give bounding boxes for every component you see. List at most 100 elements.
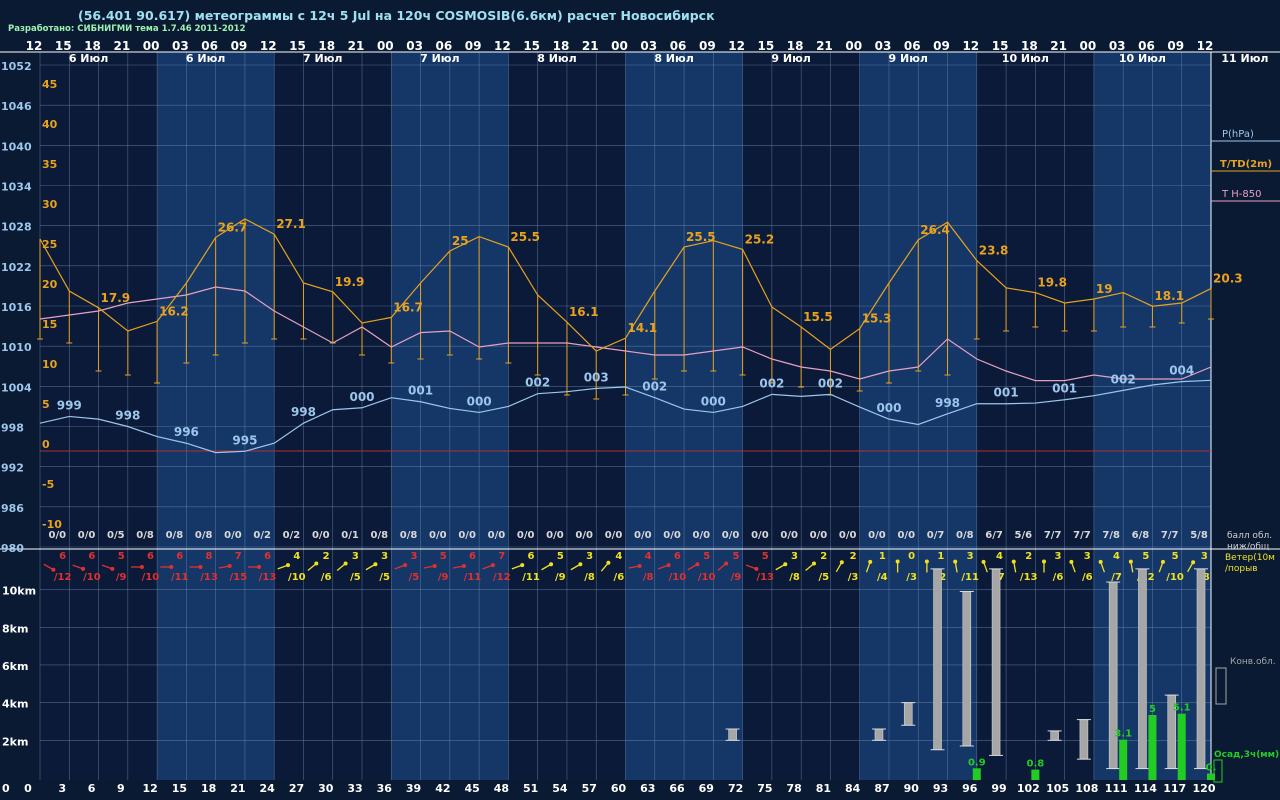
wind-arrow-head-8	[286, 563, 291, 568]
cloud-cover-27: 0/0	[839, 530, 857, 541]
hour-label-24: 12	[728, 39, 745, 53]
cloud-cover-38: 7/7	[1161, 530, 1179, 541]
hour-label-31: 09	[933, 39, 950, 53]
temp-label-5: 20	[42, 278, 58, 291]
wind-arrow-head-17	[549, 562, 554, 567]
wind-arrow-head-38	[1160, 559, 1165, 564]
wind-speed-25: 3	[791, 551, 798, 562]
date-label-9: 10 Июл	[1119, 52, 1166, 65]
pressure-value-label-5: 996	[174, 425, 199, 439]
lead-hour-37: 111	[1105, 782, 1128, 795]
lead-hour-12: 36	[377, 782, 393, 795]
cloud-cover-29: 0/0	[897, 530, 915, 541]
lead-hour-19: 57	[582, 782, 597, 795]
wind-gust-3: /10	[142, 572, 160, 583]
cloud-cover-4: 0/8	[166, 530, 184, 541]
wind-speed-17: 5	[557, 551, 564, 562]
lead-hour-38: 114	[1134, 782, 1157, 795]
time-axis-top: 12 15 18 21 00 03 06 09 12 15 18 21 00 03 06 09 12 15 18 21…	[26, 39, 1214, 53]
pressure-label-0: 1052	[1, 60, 32, 73]
wind-arrow-head-11	[373, 562, 378, 567]
cloud-cover-36: 7/8	[1102, 530, 1120, 541]
lead-hour-28: 84	[845, 782, 861, 795]
cloud-bar-4	[962, 591, 972, 747]
precip-label-0: 0.9	[968, 757, 986, 768]
pressure-value-label-15: 000	[467, 394, 492, 408]
lead-hour-7: 21	[230, 782, 245, 795]
legend-convective: Конв.обл.	[1230, 657, 1276, 667]
cloud-cover-18: 0/0	[575, 530, 593, 541]
wind-arrow-head-19	[606, 560, 611, 565]
wind-gust-9: /6	[321, 572, 332, 583]
wind-speed-26: 2	[820, 551, 827, 562]
temp-value-label-34: 19.8	[1037, 276, 1067, 290]
hour-label-22: 06	[670, 39, 687, 53]
date-label-6: 9 Июл	[771, 52, 810, 65]
wind-gust-11: /5	[379, 572, 390, 583]
pressure-value-label-29: 000	[876, 401, 901, 415]
wind-arrow-head-35	[1069, 559, 1074, 564]
pressure-value-label-31: 998	[935, 396, 960, 410]
temp-value-label-14: 25	[452, 234, 469, 248]
hour-label-13: 03	[406, 39, 423, 53]
temp-value-label-10: 19.9	[335, 275, 365, 289]
wind-gust-14: /11	[464, 572, 482, 583]
wind-gust-10: /5	[350, 572, 361, 583]
hour-label-10: 18	[318, 39, 335, 53]
cloud-cover-31: 0/8	[956, 530, 974, 541]
cloud-cover-33: 5/6	[1015, 530, 1033, 541]
wind-gust-1: /10	[83, 572, 101, 583]
cloud-bar-6	[1050, 730, 1059, 741]
wind-arrow-head-4	[169, 565, 174, 569]
cloud-bar-0	[728, 728, 737, 741]
height-label-0: 10km	[2, 585, 36, 598]
temp-label-4: 25	[42, 238, 57, 251]
wind-speed-36: 4	[1113, 551, 1120, 562]
temp-value-label-32: 23.8	[979, 244, 1009, 258]
wind-arrow-head-28	[868, 559, 873, 564]
wind-speed-23: 5	[732, 551, 739, 562]
temp-value-label-16: 25.5	[510, 230, 540, 244]
wind-arrow-head-25	[783, 562, 788, 567]
pressure-label-6: 1016	[1, 301, 32, 314]
hour-label-2: 18	[84, 39, 101, 53]
lead-hour-25: 75	[757, 782, 772, 795]
temp-value-label-8: 27.1	[276, 217, 306, 231]
temp-label-2: 35	[42, 158, 57, 171]
wind-gust-36: /7	[1111, 572, 1122, 583]
lead-hour-17: 51	[523, 782, 538, 795]
lead-hour-10: 30	[318, 782, 334, 795]
lead-hour-34: 102	[1017, 782, 1040, 795]
hour-label-0: 12	[26, 39, 43, 53]
lead-hour-11: 33	[347, 782, 362, 795]
pressure-value-label-3: 998	[115, 409, 140, 423]
wind-gust-5: /13	[200, 572, 218, 583]
temp-label-7: 10	[42, 358, 58, 371]
lead-hour-33: 99	[991, 782, 1006, 795]
lead-hour-30: 90	[904, 782, 920, 795]
height-label-zero: 0	[2, 782, 10, 795]
hour-label-14: 06	[435, 39, 452, 53]
chart-title: (56.401 90.617) метеограммы с 12ч 5 Jul …	[78, 8, 715, 23]
wind-speed-10: 3	[352, 551, 359, 562]
lead-hour-18: 54	[552, 782, 568, 795]
wind-speed-9: 2	[323, 551, 330, 562]
hour-label-7: 09	[231, 39, 248, 53]
hour-label-19: 21	[582, 39, 599, 53]
lead-hour-16: 48	[494, 782, 509, 795]
hour-label-15: 09	[465, 39, 482, 53]
date-label-1: 6 Июл	[186, 52, 225, 65]
lead-hour-40: 120	[1193, 782, 1216, 795]
temp-label-9: 0	[42, 438, 50, 451]
wind-speed-12: 3	[410, 551, 417, 562]
wind-arrow-head-18	[578, 562, 583, 567]
wind-arrow-head-22	[695, 562, 700, 567]
wind-speed-35: 3	[1084, 551, 1091, 562]
date-label-10: 11 Июл	[1221, 52, 1268, 65]
wind-arrow-head-16	[520, 563, 525, 568]
cloud-cover-2: 0/5	[107, 530, 125, 541]
pressure-value-label-1: 999	[57, 398, 82, 412]
hour-label-21: 03	[640, 39, 657, 53]
wind-speed-0: 6	[59, 551, 66, 562]
lead-hour-1: 3	[58, 782, 66, 795]
